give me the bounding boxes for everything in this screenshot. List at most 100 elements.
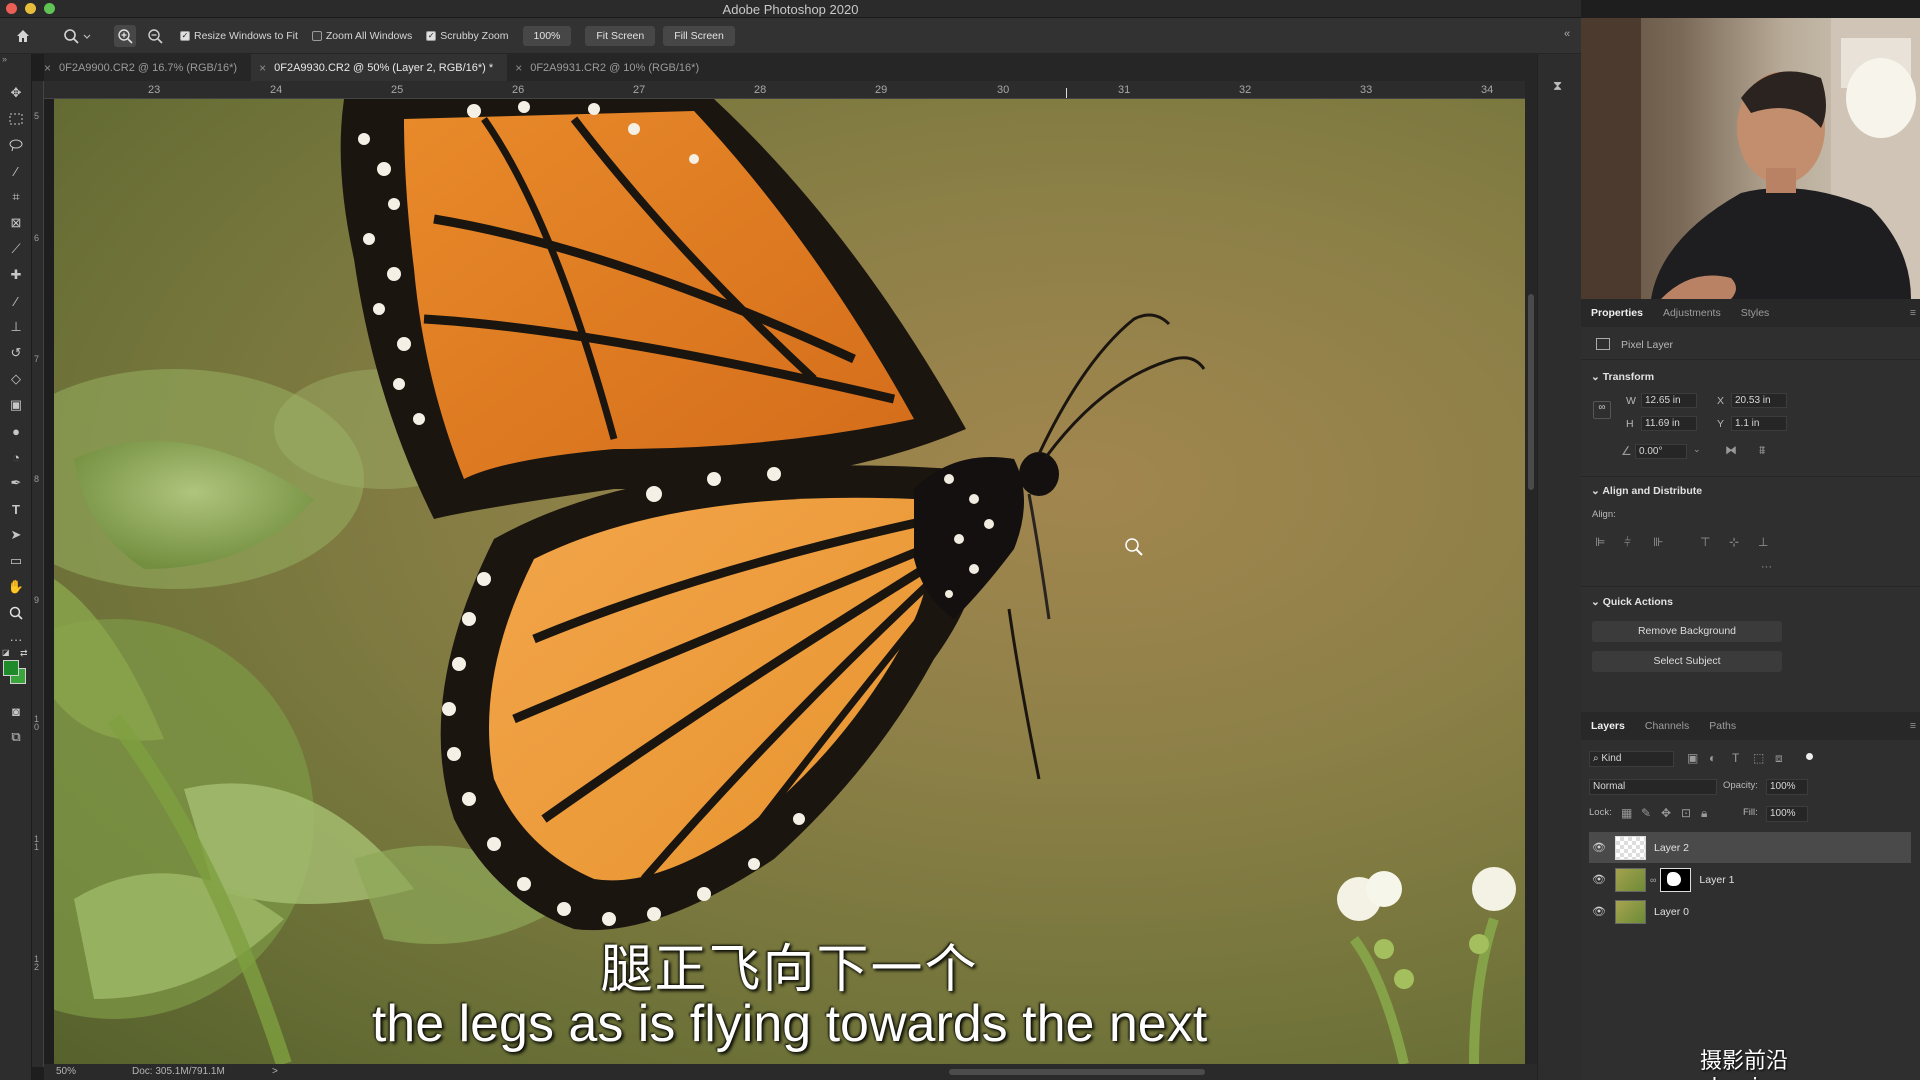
lock-artboard-icon[interactable]: ⊡ xyxy=(1681,806,1691,820)
panel-menu-icon[interactable]: ≡ xyxy=(1910,307,1916,319)
align-section-header[interactable]: ⌄ Align and Distribute xyxy=(1591,485,1702,497)
more-options-icon[interactable]: ··· xyxy=(1761,561,1772,573)
tab-0f2a9900[interactable]: × 0F2A9900.CR2 @ 16.7% (RGB/16*) xyxy=(44,54,251,81)
lock-all-icon[interactable]: 🔒︎ xyxy=(1701,806,1707,821)
status-zoom[interactable]: 50% xyxy=(56,1066,76,1077)
layer-row-layer-1[interactable]: 👁︎ ∞ Layer 1 xyxy=(1589,864,1911,895)
transform-section-header[interactable]: ⌄ Transform xyxy=(1591,371,1654,383)
close-tab-icon[interactable]: × xyxy=(515,61,522,75)
vertical-scrollbar[interactable] xyxy=(1525,81,1537,1067)
visibility-eye-icon[interactable]: 👁︎ xyxy=(1589,873,1609,886)
layer-kind-filter[interactable]: ⌕ Kind xyxy=(1589,751,1674,767)
zoom-out-icon[interactable] xyxy=(144,25,166,47)
align-vertical-centers-icon[interactable]: ⊹ xyxy=(1729,535,1739,549)
fill-screen-button[interactable]: Fill Screen xyxy=(663,25,735,46)
hand-tool-icon[interactable]: ✋ xyxy=(0,574,32,600)
tab-layers[interactable]: Layers xyxy=(1591,720,1625,732)
marquee-tool-icon[interactable] xyxy=(0,106,32,132)
tab-adjustments[interactable]: Adjustments xyxy=(1663,307,1721,319)
visibility-eye-icon[interactable]: 👁︎ xyxy=(1589,905,1609,918)
path-selection-tool-icon[interactable]: ➤ xyxy=(0,522,32,548)
tab-properties[interactable]: Properties xyxy=(1591,307,1643,319)
lock-transparent-pixels-icon[interactable]: ▦ xyxy=(1621,806,1632,820)
x-field[interactable]: 20.53 in xyxy=(1731,393,1787,408)
link-dimensions-icon[interactable]: ∞ xyxy=(1593,401,1611,419)
close-tab-icon[interactable]: × xyxy=(44,61,51,75)
select-subject-button[interactable]: Select Subject xyxy=(1592,651,1782,672)
pen-tool-icon[interactable]: ✒ xyxy=(0,470,32,496)
align-horizontal-centers-icon[interactable]: ⫩ xyxy=(1624,535,1631,550)
align-bottom-edges-icon[interactable]: ⊥ xyxy=(1758,535,1768,549)
zoom-in-icon[interactable] xyxy=(114,24,136,47)
flip-horizontal-icon[interactable]: ⧓ xyxy=(1725,443,1737,457)
tab-channels[interactable]: Channels xyxy=(1645,720,1689,732)
quick-mask-icon[interactable]: ◙ xyxy=(0,698,32,724)
toolbar-grip-icon[interactable]: » xyxy=(0,54,31,80)
y-field[interactable]: 1.1 in xyxy=(1731,416,1787,431)
fill-field[interactable]: 100% xyxy=(1766,806,1808,822)
tab-0f2a9931[interactable]: × 0F2A9931.CR2 @ 10% (RGB/16*) xyxy=(507,54,713,81)
status-menu-arrow[interactable]: > xyxy=(272,1066,278,1077)
zoom-100-button[interactable]: 100% xyxy=(522,25,572,46)
filter-adjustment-icon[interactable]: ◐ xyxy=(1709,751,1716,765)
default-colors-icon[interactable]: ◪ xyxy=(2,648,10,657)
history-panel-icon[interactable]: ⧗ xyxy=(1553,78,1562,94)
eraser-tool-icon[interactable]: ◇ xyxy=(0,366,32,392)
remove-background-button[interactable]: Remove Background xyxy=(1592,621,1782,642)
blur-tool-icon[interactable]: ● xyxy=(0,418,32,444)
lasso-tool-icon[interactable] xyxy=(0,132,32,158)
filter-toggle-icon[interactable] xyxy=(1806,753,1813,760)
resize-windows-checkbox[interactable]: ✓ Resize Windows to Fit xyxy=(180,30,298,42)
lock-position-icon[interactable]: ✥ xyxy=(1661,806,1671,820)
document-canvas[interactable]: 腿正飞向下一个 the legs as is flying towards th… xyxy=(54,99,1525,1064)
rectangle-tool-icon[interactable]: ▭ xyxy=(0,548,32,574)
vertical-scroll-thumb[interactable] xyxy=(1528,294,1534,490)
move-tool-icon[interactable]: ✥ xyxy=(0,80,32,106)
visibility-eye-icon[interactable]: 👁︎ xyxy=(1589,841,1609,854)
history-brush-tool-icon[interactable]: ↺ xyxy=(0,340,32,366)
swap-colors-icon[interactable]: ⇄ xyxy=(20,648,28,659)
clone-stamp-tool-icon[interactable]: ⊥ xyxy=(0,314,32,340)
filter-pixel-icon[interactable]: ▣ xyxy=(1687,751,1698,765)
collapse-panels-icon[interactable]: « xyxy=(1564,28,1570,40)
layer-row-layer-0[interactable]: 👁︎ Layer 0 xyxy=(1589,896,1911,927)
tab-styles[interactable]: Styles xyxy=(1741,307,1770,319)
opacity-field[interactable]: 100% xyxy=(1766,779,1808,795)
crop-tool-icon[interactable]: ⌗ xyxy=(0,184,32,210)
filter-smart-object-icon[interactable]: ⧈ xyxy=(1775,751,1783,766)
align-top-edges-icon[interactable]: ⊤ xyxy=(1700,535,1710,549)
layer-row-layer-2[interactable]: 👁︎ Layer 2 xyxy=(1589,832,1911,863)
tab-paths[interactable]: Paths xyxy=(1709,720,1736,732)
healing-brush-tool-icon[interactable]: ✚ xyxy=(0,262,32,288)
lock-image-pixels-icon[interactable]: ✎ xyxy=(1641,806,1651,820)
brush-tool-icon[interactable]: ∕ xyxy=(0,288,32,314)
gradient-tool-icon[interactable]: ▣ xyxy=(0,392,32,418)
eyedropper-tool-icon[interactable]: ⟋ xyxy=(0,236,32,262)
height-field[interactable]: 11.69 in xyxy=(1641,416,1697,431)
zoom-tool-icon[interactable] xyxy=(0,600,32,626)
dodge-tool-icon[interactable]: ◔ xyxy=(0,444,32,470)
tab-0f2a9930[interactable]: × 0F2A9930.CR2 @ 50% (Layer 2, RGB/16*) * xyxy=(251,54,508,81)
panel-menu-icon[interactable]: ≡ xyxy=(1910,720,1916,732)
align-left-edges-icon[interactable]: ⊫ xyxy=(1595,535,1605,549)
mask-link-icon[interactable]: ∞ xyxy=(1650,875,1656,885)
scrubby-zoom-checkbox[interactable]: ✓ Scrubby Zoom xyxy=(426,30,509,42)
zoom-all-windows-checkbox[interactable]: Zoom All Windows xyxy=(311,30,412,42)
horizontal-scroll-thumb[interactable] xyxy=(949,1069,1205,1075)
zoom-tool-preset-icon[interactable] xyxy=(60,25,94,47)
width-field[interactable]: 12.65 in xyxy=(1641,393,1697,408)
filter-type-icon[interactable]: T xyxy=(1732,751,1739,765)
screen-mode-icon[interactable]: ⧉ xyxy=(0,724,32,750)
angle-field[interactable]: 0.00° xyxy=(1635,444,1687,459)
quick-actions-header[interactable]: ⌄ Quick Actions xyxy=(1591,596,1673,608)
foreground-color-swatch[interactable] xyxy=(3,660,19,676)
home-icon[interactable] xyxy=(12,25,34,47)
filter-shape-icon[interactable]: ⬚ xyxy=(1753,751,1764,765)
align-right-edges-icon[interactable]: ⊪ xyxy=(1653,535,1663,549)
close-tab-icon[interactable]: × xyxy=(259,61,266,75)
frame-tool-icon[interactable]: ⊠ xyxy=(0,210,32,236)
flip-vertical-icon[interactable]: ⩩ xyxy=(1759,443,1765,458)
magic-wand-tool-icon[interactable]: ⁄ xyxy=(0,158,32,184)
angle-dropdown-icon[interactable]: ⌄ xyxy=(1693,444,1701,455)
type-tool-icon[interactable]: T xyxy=(0,496,32,522)
